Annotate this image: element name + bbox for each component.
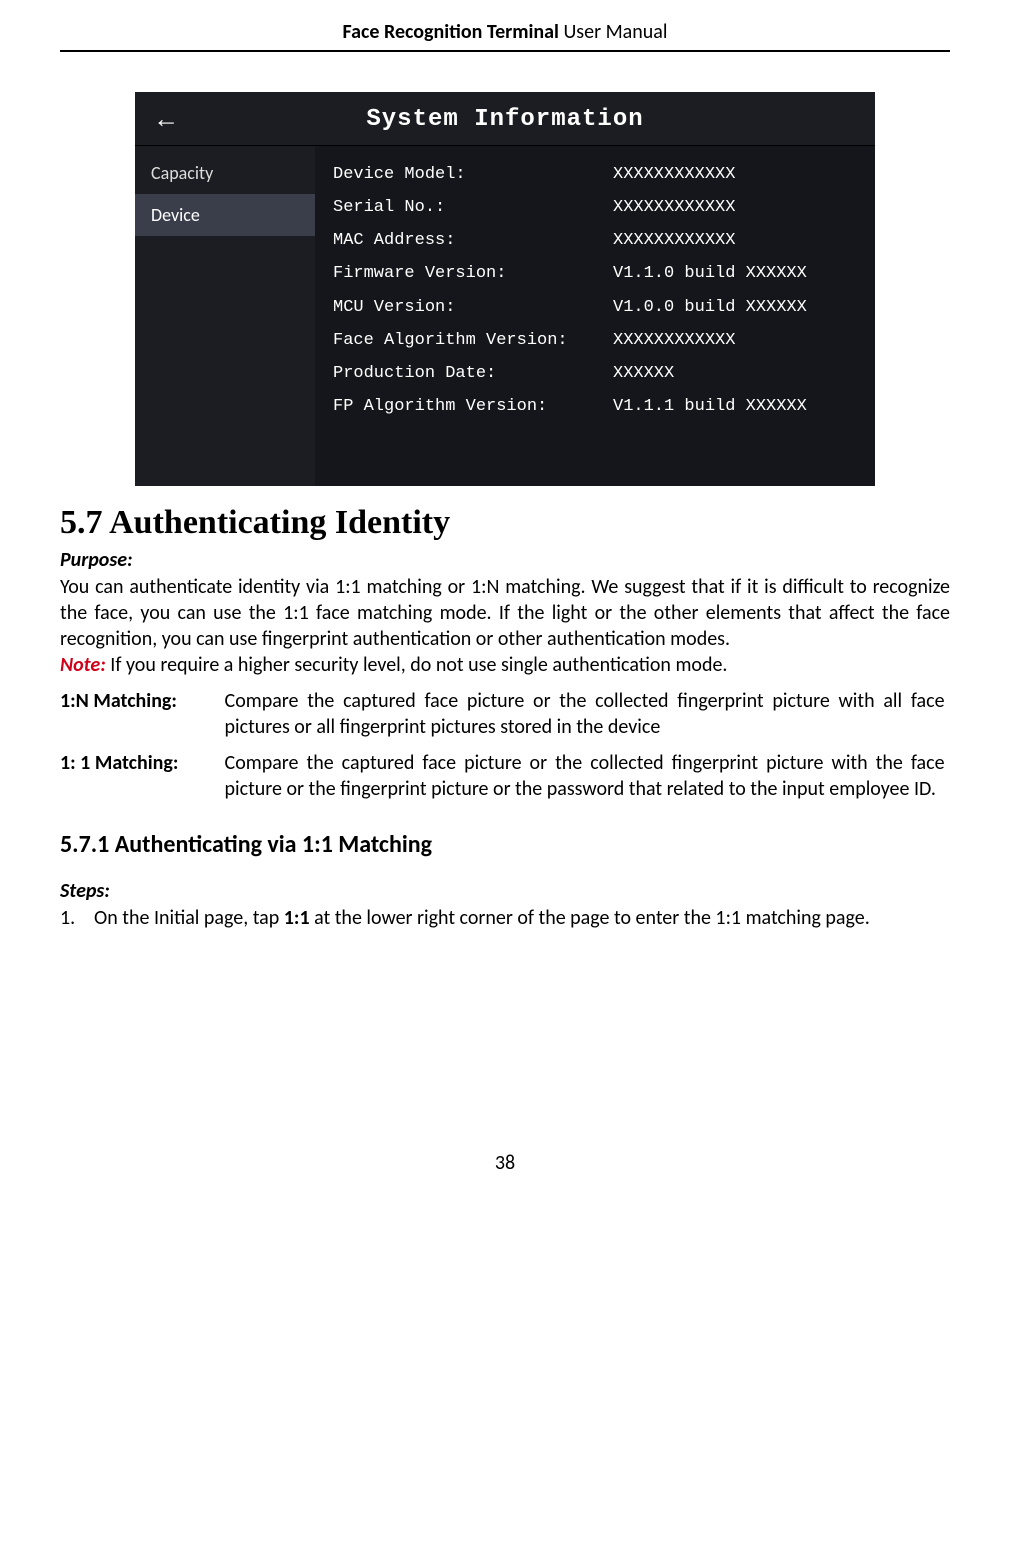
info-row: MAC Address: XXXXXXXXXXXX	[333, 224, 857, 257]
info-value-mcu-version: V1.0.0 build XXXXXX	[613, 291, 857, 324]
purpose-label: Purpose:	[60, 548, 950, 572]
device-ui-window: ← System Information Capacity Device Dev…	[135, 92, 875, 486]
note-line: Note: If you require a higher security l…	[60, 652, 950, 678]
step-1: 1. On the Initial page, tap 1:1 at the l…	[60, 905, 950, 931]
info-value-production-date: XXXXXX	[613, 357, 857, 390]
subsection-heading-5-7-1: 5.7.1 Authenticating via 1:1 Matching	[60, 830, 950, 859]
step-1-text-before: On the Initial page, tap	[94, 906, 284, 930]
device-ui-titlebar: ← System Information	[135, 92, 875, 146]
definition-term-11: 1: 1 Matching:	[60, 750, 220, 776]
device-ui-title: System Information	[366, 106, 643, 133]
running-header-light: User Manual	[559, 20, 668, 44]
info-row: Serial No.: XXXXXXXXXXXX	[333, 191, 857, 224]
info-value-mac-address: XXXXXXXXXXXX	[613, 224, 857, 257]
step-1-number: 1.	[60, 905, 94, 931]
info-label-serial-no: Serial No.:	[333, 191, 613, 224]
info-label-production-date: Production Date:	[333, 357, 613, 390]
definition-1n: 1:N Matching: Compare the captured face …	[60, 688, 950, 740]
sidebar-item-device[interactable]: Device	[135, 194, 315, 236]
definition-11: 1: 1 Matching: Compare the captured face…	[60, 750, 950, 802]
definition-text-1n: Compare the captured face picture or the…	[225, 688, 945, 740]
info-row: FP Algorithm Version: V1.1.1 build XXXXX…	[333, 390, 857, 423]
info-label-firmware-version: Firmware Version:	[333, 257, 613, 290]
step-1-bold: 1:1	[284, 906, 310, 930]
purpose-text: You can authenticate identity via 1:1 ma…	[60, 574, 950, 652]
info-row: Production Date: XXXXXX	[333, 357, 857, 390]
running-header: Face Recognition Terminal User Manual	[60, 20, 950, 52]
info-row: Device Model: XXXXXXXXXXXX	[333, 158, 857, 191]
info-value-face-algo-version: XXXXXXXXXXXX	[613, 324, 857, 357]
info-row: Face Algorithm Version: XXXXXXXXXXXX	[333, 324, 857, 357]
section-heading-5-7: 5.7 Authenticating Identity	[60, 504, 950, 542]
back-arrow-icon[interactable]: ←	[153, 103, 180, 134]
info-label-mac-address: MAC Address:	[333, 224, 613, 257]
device-ui-main: Device Model: XXXXXXXXXXXX Serial No.: X…	[315, 146, 875, 486]
step-1-text-after: at the lower right corner of the page to…	[310, 906, 870, 930]
running-header-bold: Face Recognition Terminal	[343, 20, 559, 44]
definition-term-1n: 1:N Matching:	[60, 688, 220, 714]
note-text: If you require a higher security level, …	[106, 653, 728, 677]
definition-text-11: Compare the captured face picture or the…	[225, 750, 945, 802]
info-label-device-model: Device Model:	[333, 158, 613, 191]
info-label-fp-algo-version: FP Algorithm Version:	[333, 390, 613, 423]
note-label: Note:	[60, 653, 106, 677]
info-label-mcu-version: MCU Version:	[333, 291, 613, 324]
info-value-serial-no: XXXXXXXXXXXX	[613, 191, 857, 224]
sidebar-item-capacity[interactable]: Capacity	[135, 152, 315, 194]
info-label-face-algo-version: Face Algorithm Version:	[333, 324, 613, 357]
info-value-firmware-version: V1.1.0 build XXXXXX	[613, 257, 857, 290]
page-number: 38	[60, 1151, 950, 1175]
info-value-fp-algo-version: V1.1.1 build XXXXXX	[613, 390, 857, 423]
step-1-text: On the Initial page, tap 1:1 at the lowe…	[94, 905, 950, 931]
info-row: Firmware Version: V1.1.0 build XXXXXX	[333, 257, 857, 290]
info-row: MCU Version: V1.0.0 build XXXXXX	[333, 291, 857, 324]
device-ui-sidebar: Capacity Device	[135, 146, 315, 486]
steps-label: Steps:	[60, 879, 950, 903]
info-value-device-model: XXXXXXXXXXXX	[613, 158, 857, 191]
device-ui-figure: ← System Information Capacity Device Dev…	[60, 92, 950, 486]
